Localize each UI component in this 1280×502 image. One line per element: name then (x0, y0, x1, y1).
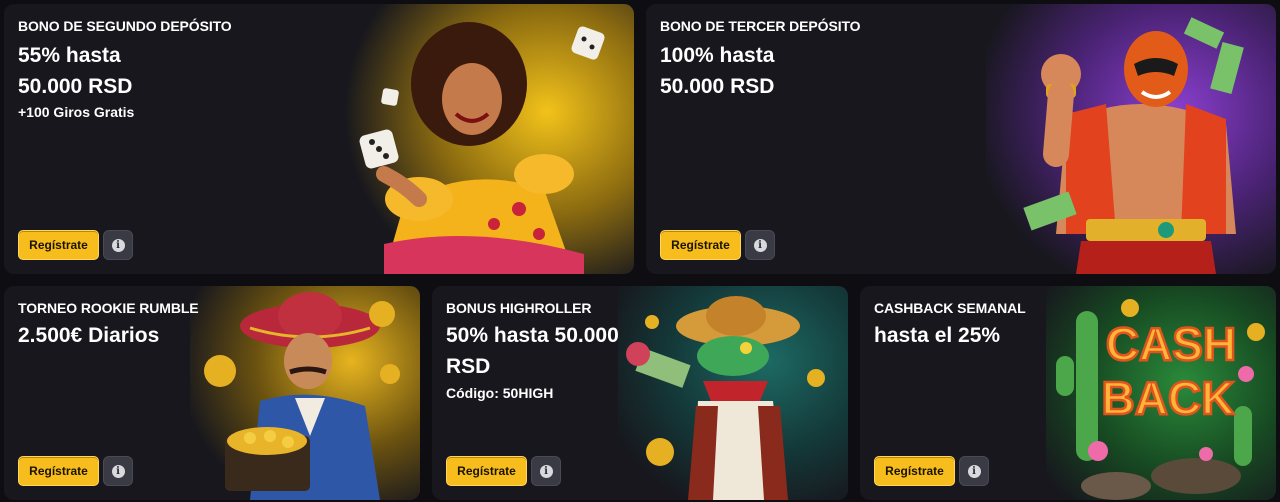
info-icon: i (111, 464, 125, 478)
info-button[interactable]: i (103, 230, 133, 260)
iguana-bandit-illustration (618, 286, 848, 500)
card-headline-amount: 50.000 RSD (18, 75, 133, 98)
luchador-illustration (986, 4, 1276, 274)
register-button[interactable]: Regístrate (446, 456, 527, 486)
info-button[interactable]: i (531, 456, 561, 486)
promo-card-cashback[interactable]: CASH BACK CASHBACK SEMANAL hasta el 25% … (860, 286, 1276, 500)
card-eyebrow: CASHBACK SEMANAL (874, 300, 1026, 316)
card-headline: 2.500€ Diarios (18, 324, 160, 347)
info-button[interactable]: i (959, 456, 989, 486)
register-button[interactable]: Regístrate (660, 230, 741, 260)
card-headline-amount: 50.000 RSD (660, 75, 775, 98)
card-headline: 100% hasta (660, 44, 775, 67)
info-button[interactable]: i (103, 456, 133, 486)
card-headline: hasta el 25% (874, 324, 1001, 347)
register-button[interactable]: Regístrate (18, 456, 99, 486)
mariachi-illustration (190, 286, 420, 500)
info-icon: i (753, 238, 767, 252)
treasure-chest-icon (225, 427, 310, 491)
register-button[interactable]: Regístrate (874, 456, 955, 486)
card-headline: 50% hasta 50.000 (446, 324, 619, 347)
card-headline-amount: RSD (446, 355, 491, 378)
info-icon: i (539, 464, 553, 478)
cashback-cactus-illustration: CASH BACK (1046, 286, 1276, 500)
info-icon: i (967, 464, 981, 478)
cash-sign-text: CASH (1106, 318, 1236, 370)
info-icon: i (111, 238, 125, 252)
card-headline: 55% hasta (18, 44, 121, 67)
back-sign-text: BACK (1102, 372, 1235, 424)
card-subline: +100 Giros Gratis (18, 104, 135, 120)
promo-card-rookie-rumble[interactable]: TORNEO ROOKIE RUMBLE 2.500€ Diarios Regí… (4, 286, 420, 500)
promo-card-third-deposit[interactable]: BONO DE TERCER DEPÓSITO 100% hasta 50.00… (646, 4, 1276, 274)
card-eyebrow: TORNEO ROOKIE RUMBLE (18, 300, 199, 316)
flamenco-dancer-illustration (344, 4, 634, 274)
promo-card-second-deposit[interactable]: BONO DE SEGUNDO DEPÓSITO 55% hasta 50.00… (4, 4, 634, 274)
promo-card-highroller[interactable]: BONUS HIGHROLLER 50% hasta 50.000 RSD Có… (432, 286, 848, 500)
card-eyebrow: BONUS HIGHROLLER (446, 300, 592, 316)
register-button[interactable]: Regístrate (18, 230, 99, 260)
info-button[interactable]: i (745, 230, 775, 260)
card-eyebrow: BONO DE TERCER DEPÓSITO (660, 18, 861, 34)
promo-code: Código: 50HIGH (446, 385, 554, 401)
card-eyebrow: BONO DE SEGUNDO DEPÓSITO (18, 18, 232, 34)
